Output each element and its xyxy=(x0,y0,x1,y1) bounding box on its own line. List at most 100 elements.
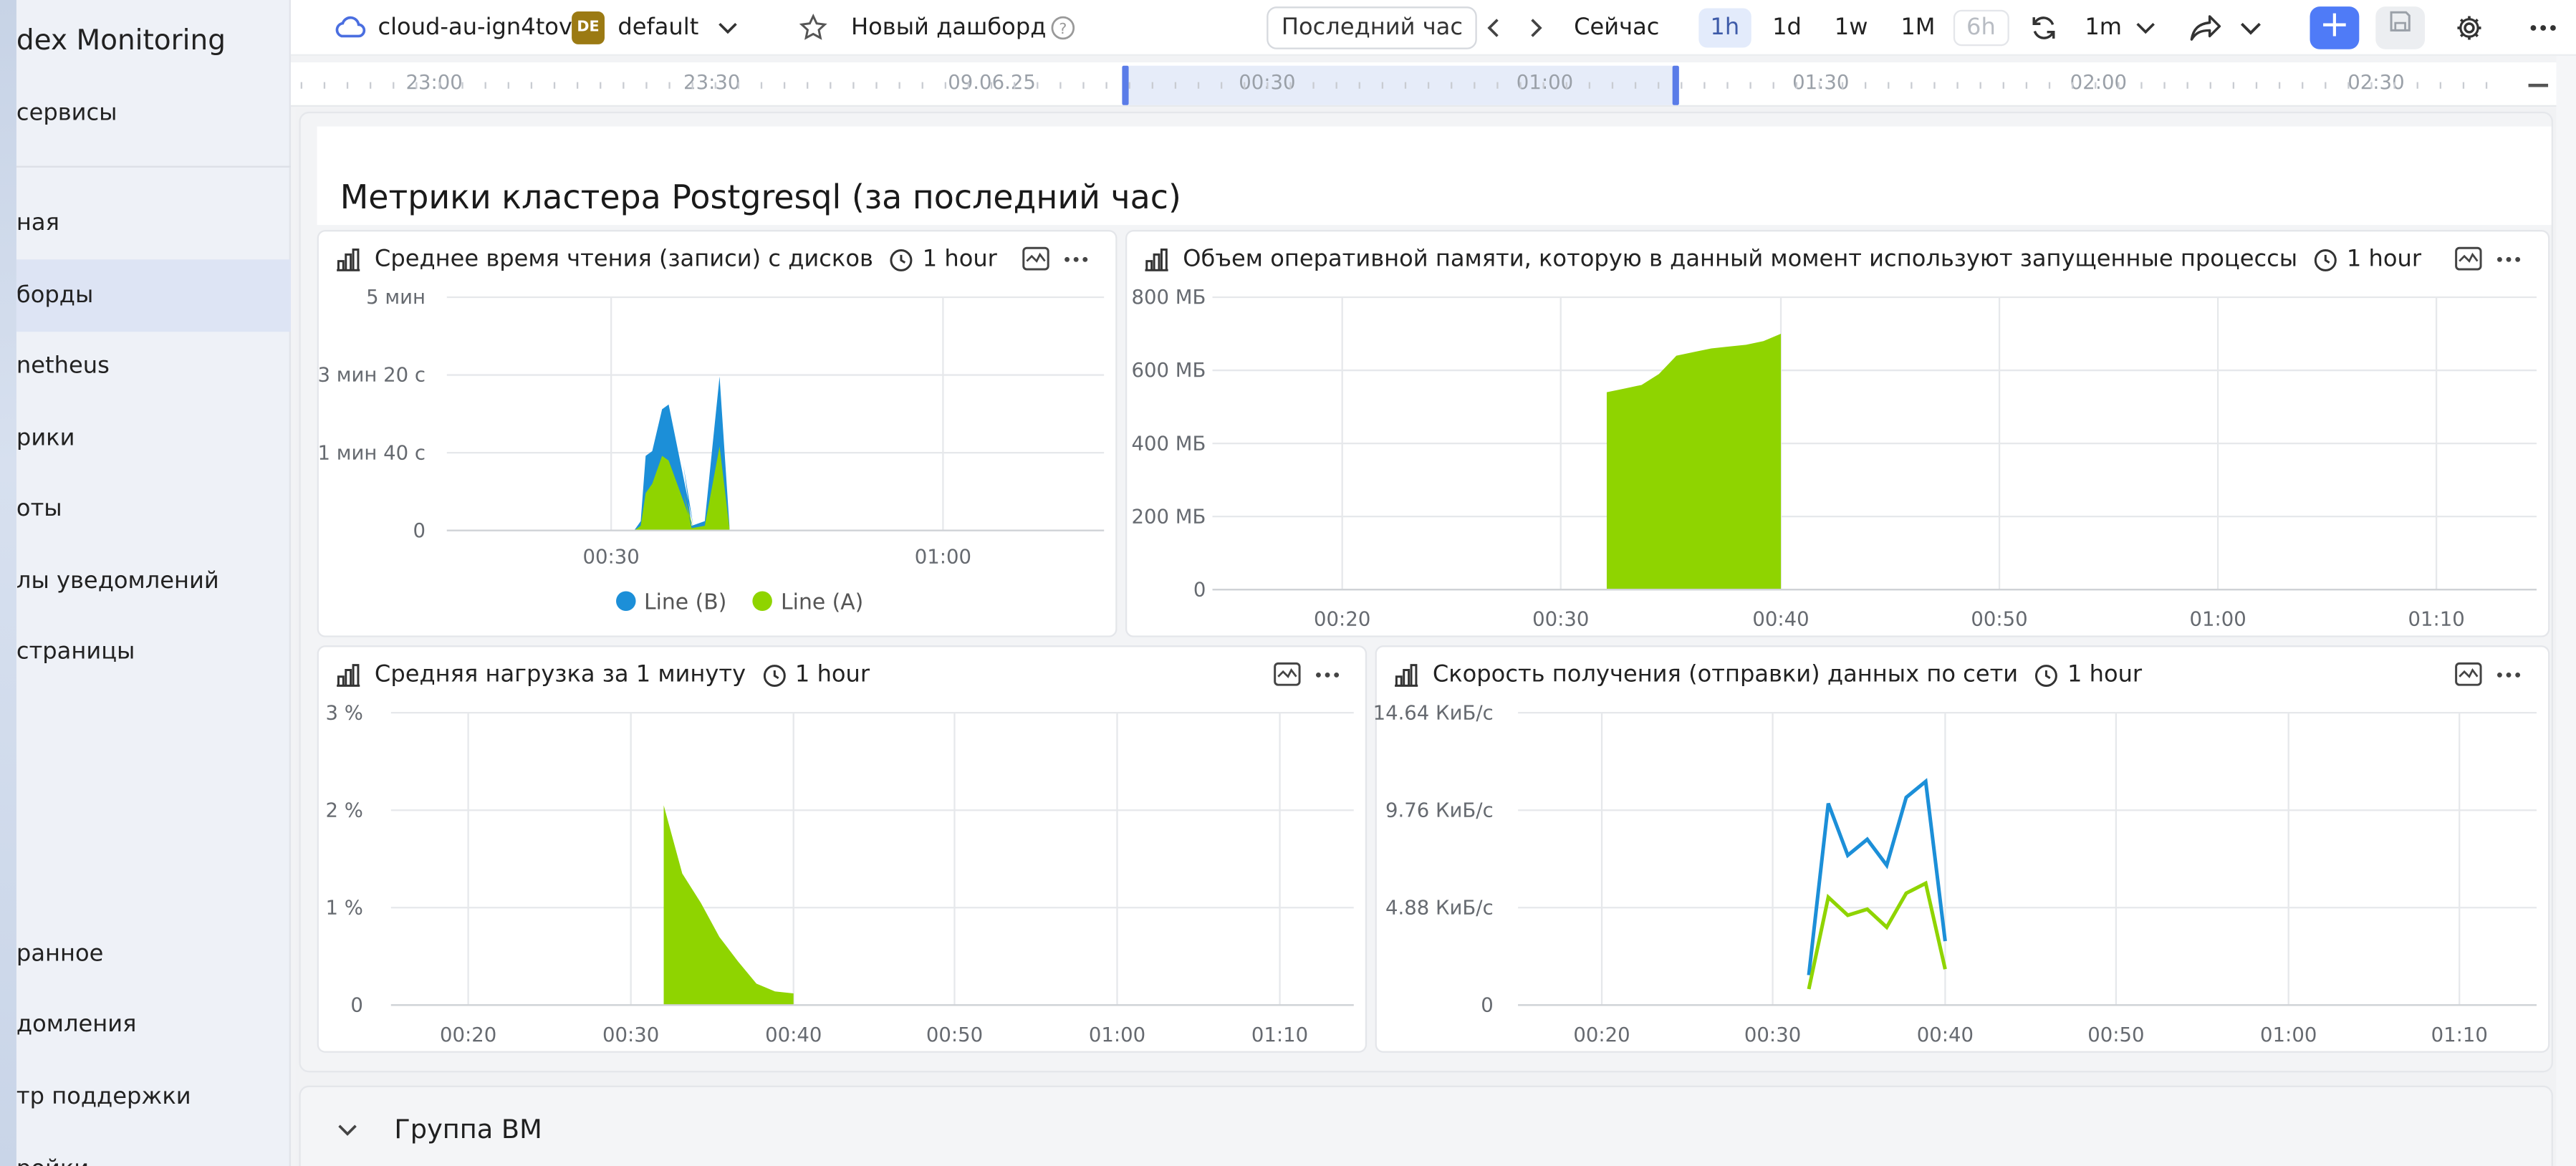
star-icon xyxy=(799,13,827,40)
x-tick-label: 00:30 xyxy=(583,546,640,569)
timeline-tick xyxy=(1151,82,1153,89)
x-tick-label: 00:30 xyxy=(602,1023,659,1046)
timeline-tick xyxy=(1749,82,1751,89)
timeline-tick xyxy=(1865,82,1867,89)
timeline-tick xyxy=(921,82,923,89)
chevron-down-icon[interactable] xyxy=(337,1123,358,1138)
timeline-tick xyxy=(2232,82,2235,89)
share-button[interactable] xyxy=(2188,0,2224,56)
favorite-star-button[interactable] xyxy=(799,0,828,56)
save-dashboard-button[interactable] xyxy=(2375,0,2426,56)
timeline-tick xyxy=(300,82,302,89)
x-tick-label: 01:10 xyxy=(2431,1023,2488,1046)
x-tick-label: 01:00 xyxy=(2260,1023,2317,1046)
timeline-tick xyxy=(370,82,372,89)
timeline-tick xyxy=(2439,82,2441,89)
range-1M[interactable]: 1M xyxy=(1889,8,1946,47)
settings-button[interactable] xyxy=(2454,0,2484,56)
time-selection-end-handle[interactable] xyxy=(1672,65,1679,105)
timeline-tick xyxy=(393,82,395,89)
time-range-label: Последний час xyxy=(1267,6,1478,49)
timeline-tick xyxy=(1634,82,1637,89)
timeline-tick xyxy=(1037,82,1039,89)
timeline-tick xyxy=(1059,82,1062,89)
timeline-collapse-icon[interactable] xyxy=(2528,83,2549,87)
refresh-button[interactable] xyxy=(2029,0,2058,56)
chart-disk-read-time[interactable]: 5 мин 3 мин 20 с 1 мин 40 с 0 00:30 01:00 xyxy=(318,231,1119,639)
group-section-vm[interactable]: Группа ВМ xyxy=(299,1085,2553,1166)
time-selection-range[interactable] xyxy=(1127,65,1678,105)
time-back-button[interactable] xyxy=(1485,0,1501,56)
timeline-tick xyxy=(1335,82,1337,89)
chart-legend: Line (B) Line (A) xyxy=(616,591,863,616)
time-scrubber[interactable]: 23:00 23:30 09.06.25 00:30 01:00 01:30 0… xyxy=(290,62,2576,107)
sidebar-item-home[interactable]: ная xyxy=(16,187,291,259)
timeline-tick xyxy=(600,82,602,89)
add-widget-button[interactable]: + xyxy=(2310,0,2360,56)
timeline-tick xyxy=(691,82,693,89)
sidebar-item-dashboards[interactable]: борды xyxy=(16,259,291,332)
cloud-selector[interactable]: cloud-au-ign4tov xyxy=(334,0,572,56)
timeline-tick xyxy=(1267,82,1269,89)
x-tick-label: 00:40 xyxy=(765,1023,822,1046)
timeline-tick xyxy=(1014,82,1016,89)
timeline-tick xyxy=(1542,82,1544,89)
share-menu-button[interactable] xyxy=(2239,0,2262,56)
y-tick-label: 0 xyxy=(413,519,426,542)
timeline-tick xyxy=(1312,82,1315,89)
chevron-right-icon xyxy=(1531,19,1542,37)
range-1h[interactable]: 1h xyxy=(1698,8,1751,48)
time-selection-start-handle[interactable] xyxy=(1122,65,1129,105)
timeline-tick xyxy=(2347,82,2350,89)
sidebar-item-services[interactable]: сервисы xyxy=(16,77,291,150)
timeline-tick xyxy=(2370,82,2373,89)
timeline-tick xyxy=(1128,82,1130,89)
legend-item-a[interactable]: Line (A) xyxy=(753,591,863,616)
y-tick-label: 1 % xyxy=(325,896,362,919)
refresh-interval-select[interactable]: 1m xyxy=(2085,0,2155,56)
sidebar-item-alerts[interactable]: оты xyxy=(16,473,291,545)
series-area xyxy=(663,805,794,1006)
timeline-tick xyxy=(1496,82,1499,89)
folder-badge: DE xyxy=(572,11,605,44)
sidebar-item-pages[interactable]: страницы xyxy=(16,616,291,688)
sidebar-item-support[interactable]: тр поддержки xyxy=(16,1061,291,1133)
help-button[interactable]: ? xyxy=(1049,0,1076,56)
time-forward-button[interactable] xyxy=(1528,0,1544,56)
timeline-label: 23:00 xyxy=(405,70,463,94)
scrollbar-track[interactable] xyxy=(2556,55,2576,1166)
chart-network-speed[interactable]: 14.64 КиБ/с 9.76 КиБ/с 4.88 КиБ/с 0 00:20 00:… xyxy=(1373,647,2552,1054)
sidebar-item-notification-channels[interactable]: лы уведомлений xyxy=(16,545,291,617)
more-menu-button[interactable] xyxy=(2529,0,2558,56)
timeline-tick xyxy=(1772,82,1774,89)
dashboard-name[interactable]: Новый дашборд xyxy=(851,0,1046,56)
sidebar-item-prometheus[interactable]: netheus xyxy=(16,330,291,403)
range-1d[interactable]: 1d xyxy=(1761,8,1813,47)
time-range-button[interactable]: Последний час xyxy=(1267,0,1478,56)
timeline-tick xyxy=(898,82,900,89)
legend-dot-b xyxy=(616,591,636,611)
legend-item-b[interactable]: Line (B) xyxy=(616,591,726,616)
range-6h[interactable]: 6h xyxy=(1953,9,2009,47)
timeline-tick xyxy=(1244,82,1246,89)
chart-memory-usage[interactable]: 800 МБ 600 МБ 400 МБ 200 МБ 0 00:20 00:30 00:40… xyxy=(1127,231,2551,639)
timeline-tick xyxy=(990,82,993,89)
sidebar-item-settings[interactable]: ройки xyxy=(16,1133,291,1166)
range-1w[interactable]: 1w xyxy=(1823,8,1880,47)
timeline-tick xyxy=(438,82,441,89)
sidebar-item-notifications[interactable]: домления xyxy=(16,988,291,1061)
timeline-tick xyxy=(1174,82,1177,89)
chart-load-average[interactable]: 3 % 2 % 1 % 0 00:20 00:30 00:40 00:50 01:00 01:10 xyxy=(319,647,1368,1054)
timeline-tick xyxy=(1979,82,1981,89)
timeline-tick xyxy=(1818,82,1821,89)
sidebar-item-favorites[interactable]: ранное xyxy=(16,918,291,991)
timeline-tick xyxy=(2163,82,2166,89)
sidebar-item-metrics[interactable]: рики xyxy=(16,403,291,475)
timeline-tick xyxy=(1519,82,1522,89)
now-button[interactable]: Сейчас xyxy=(1574,0,1659,56)
help-icon: ? xyxy=(1051,16,1075,40)
x-tick-label: 00:40 xyxy=(1917,1023,1974,1046)
folder-selector[interactable]: DE default xyxy=(572,0,738,56)
sidebar-app-title[interactable]: dex Monitoring xyxy=(16,5,291,77)
y-tick-label: 0 xyxy=(1193,578,1206,601)
